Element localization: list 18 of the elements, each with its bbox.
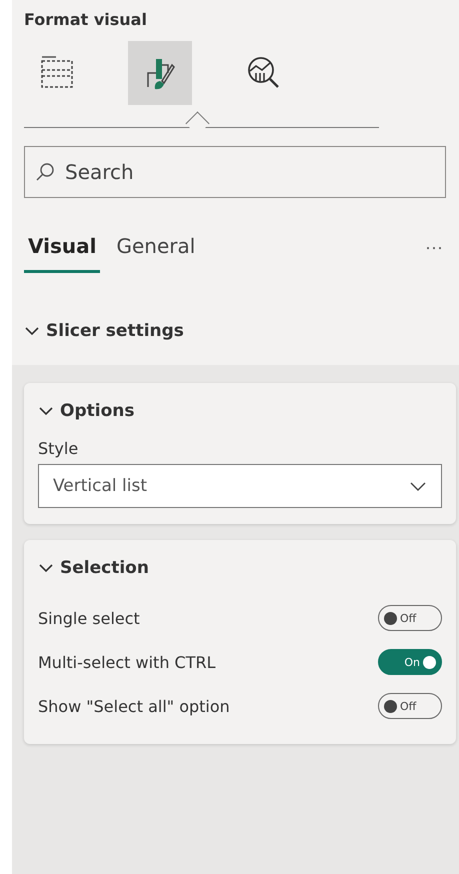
section-header[interactable]: Slicer settings: [24, 321, 184, 341]
chevron-icon: [409, 480, 427, 492]
more-button[interactable]: ···: [425, 237, 443, 270]
card-header[interactable]: Selection: [38, 558, 442, 578]
setting-label: Single select: [38, 608, 140, 628]
pane-title: Format visual: [24, 10, 148, 29]
toggle-switch[interactable]: Off: [378, 693, 442, 719]
toggle-switch[interactable]: Off: [378, 605, 442, 631]
card-header[interactable]: Options: [38, 401, 442, 421]
search-field[interactable]: Search: [24, 146, 446, 198]
style-dropdown[interactable]: Vertical list: [38, 464, 442, 508]
format-visual-tab[interactable]: [128, 41, 192, 105]
setting-label: Show "Select all" option: [38, 696, 230, 716]
toggle-switch[interactable]: On: [378, 649, 442, 675]
tab[interactable]: General: [112, 234, 200, 273]
setting-label: Multi-select with CTRL: [38, 652, 216, 672]
tab[interactable]: Visual: [24, 234, 100, 273]
field-label: Style: [38, 439, 80, 458]
